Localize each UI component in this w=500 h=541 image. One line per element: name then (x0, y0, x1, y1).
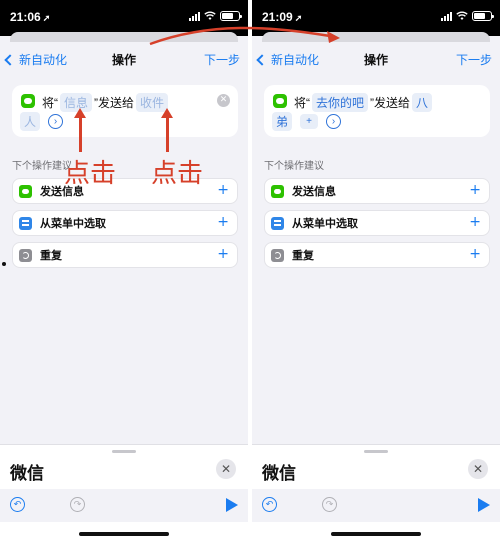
close-icon[interactable]: ✕ (216, 459, 236, 479)
suggestion-repeat[interactable]: 重复 + (12, 242, 238, 268)
plus-icon[interactable]: + (469, 183, 481, 197)
plus-icon[interactable]: + (469, 215, 481, 229)
message-token[interactable]: 去你的吧 (312, 93, 369, 112)
redo-icon[interactable]: ↷ (322, 497, 337, 512)
sheet-title: 微信 (262, 464, 296, 483)
message-icon (19, 184, 32, 198)
suggestions-header: 下个操作建议 (12, 161, 72, 172)
suggestion-label: 从菜单中选取 (292, 218, 358, 230)
action-prefix: 将“ (294, 96, 310, 110)
suggestion-label: 重复 (40, 250, 62, 262)
suggestion-label: 发送信息 (292, 186, 336, 198)
annotation-label: 点击 (151, 159, 204, 189)
message-icon (271, 184, 284, 198)
suggestion-choose-from-menu[interactable]: 从菜单中选取 + (264, 210, 490, 236)
menu-icon (271, 216, 284, 230)
sheet-title: 微信 (10, 464, 44, 483)
undo-icon[interactable]: ↶ (262, 497, 277, 512)
add-recipient-icon[interactable]: + (300, 114, 319, 129)
editor-toolbar: ↶ ↷ (0, 489, 248, 522)
expand-chevron-icon[interactable]: › (326, 114, 342, 129)
sheet-grabber[interactable] (364, 450, 388, 453)
undo-icon[interactable]: ↶ (10, 497, 25, 512)
redo-icon[interactable]: ↷ (70, 497, 85, 512)
editor-toolbar: ↶ ↷ (252, 489, 500, 522)
suggestions-header: 下个操作建议 (264, 161, 324, 172)
wechat-icon (273, 94, 287, 108)
suggestion-label: 从菜单中选取 (40, 218, 106, 230)
recipient-token[interactable]: 八 (412, 93, 433, 112)
clear-icon[interactable]: ✕ (217, 94, 230, 107)
menu-icon (19, 216, 32, 230)
suggestion-repeat[interactable]: 重复 + (264, 242, 490, 268)
suggestion-choose-from-menu[interactable]: 从菜单中选取 + (12, 210, 238, 236)
phone-screen-right: 21:09 ➚ 新自动化 操作 下一步 将“ 去你的吧 ”发送给 八 弟 + › … (252, 0, 500, 541)
action-middle: ”发送给 (370, 96, 411, 110)
sheet-grabber[interactable] (112, 450, 136, 453)
plus-icon[interactable]: + (469, 247, 481, 261)
annotation-arrow (161, 108, 173, 152)
plus-icon[interactable]: + (217, 183, 229, 197)
suggestion-send-message[interactable]: 发送信息 + (12, 178, 238, 204)
home-indicator (331, 532, 421, 536)
suggestion-send-message[interactable]: 发送信息 + (264, 178, 490, 204)
recipient-token-continued[interactable]: 人 (20, 112, 41, 131)
recipient-token-continued[interactable]: 弟 (272, 112, 293, 131)
stray-dot (2, 262, 6, 266)
wechat-icon (21, 94, 35, 108)
play-icon[interactable] (478, 498, 490, 512)
repeat-icon (271, 248, 284, 262)
action-search-sheet: 微信 ✕ ↶ ↷ (0, 444, 248, 541)
annotation-arrow (74, 108, 86, 152)
transition-arrow (149, 26, 340, 46)
suggestion-label: 重复 (292, 250, 314, 262)
send-message-action-card: 将“ 去你的吧 ”发送给 八 弟 + › (264, 85, 490, 137)
action-search-sheet: 微信 ✕ ↶ ↷ (252, 444, 500, 541)
annotation-label: 点击 (64, 159, 117, 189)
home-indicator (79, 532, 169, 536)
close-icon[interactable]: ✕ (468, 459, 488, 479)
action-middle: ”发送给 (94, 96, 135, 110)
phone-screen-left: 21:06 ➚ 新自动化 操作 下一步 将“ 信息 ”发送给 收件 人 › ✕ 下… (0, 0, 248, 541)
play-icon[interactable] (226, 498, 238, 512)
plus-icon[interactable]: + (217, 247, 229, 261)
action-prefix: 将“ (42, 96, 58, 110)
expand-chevron-icon[interactable]: › (48, 114, 64, 129)
plus-icon[interactable]: + (217, 215, 229, 229)
repeat-icon (19, 248, 32, 262)
send-message-action-card: 将“ 信息 ”发送给 收件 人 › ✕ (12, 85, 238, 137)
